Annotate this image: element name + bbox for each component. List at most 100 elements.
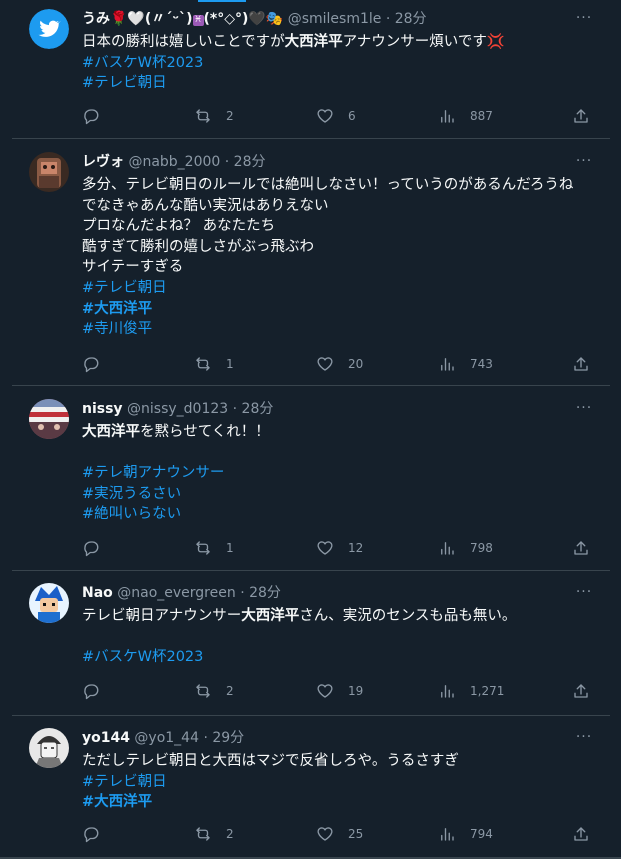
timestamp[interactable]: 28分 bbox=[395, 11, 427, 27]
tweet-text-line: テレビ朝日アナウンサー大西洋平さん、実況のセンスも品も無い。 bbox=[82, 606, 598, 627]
retweet-button[interactable]: 2 bbox=[194, 105, 234, 127]
share-button[interactable] bbox=[572, 353, 590, 375]
text-segment: さん、実況のセンスも品も無い。 bbox=[299, 608, 517, 624]
tweet-text: テレビ朝日アナウンサー大西洋平さん、実況のセンスも品も無い。 #バスケW杯2023 bbox=[82, 606, 598, 668]
avatar[interactable] bbox=[29, 399, 69, 439]
hashtag-link[interactable]: #バスケW杯2023 bbox=[82, 55, 203, 71]
user-handle[interactable]: @nabb_2000 bbox=[128, 154, 220, 170]
share-button[interactable] bbox=[572, 680, 590, 702]
hashtag-link[interactable]: #バスケW杯2023 bbox=[82, 649, 203, 665]
reply-button[interactable] bbox=[82, 105, 114, 127]
tweet[interactable]: レヴォ @nabb_2000 · 28分 ··· 多分、テレビ朝日のルールでは絶… bbox=[12, 138, 610, 385]
tweet-text-line: 酷すぎて勝利の嬉しさがぶっ飛ぶわ bbox=[82, 237, 598, 258]
more-options-icon[interactable]: ··· bbox=[574, 10, 594, 30]
hashtag-link[interactable]: #実況うるさい bbox=[82, 486, 181, 502]
reply-button[interactable] bbox=[82, 353, 114, 375]
tweet[interactable]: Nao @nao_evergreen · 28分 ··· テレビ朝日アナウンサー… bbox=[12, 570, 610, 715]
hashtag-link[interactable]: #テレビ朝日 bbox=[82, 280, 167, 296]
retweet-count: 2 bbox=[226, 109, 234, 123]
hashtag-link[interactable]: #絶叫いらない bbox=[82, 506, 181, 522]
text-segment: でなきゃあんな酷い実況はありえない bbox=[82, 197, 329, 214]
timestamp[interactable]: 28分 bbox=[249, 585, 281, 601]
tweet-text-line bbox=[82, 627, 598, 648]
views-button[interactable]: 887 bbox=[438, 105, 493, 127]
more-options-icon[interactable]: ··· bbox=[574, 729, 594, 749]
user-handle[interactable]: @smilesm1le bbox=[288, 11, 382, 27]
display-name[interactable]: nissy bbox=[82, 401, 123, 417]
retweet-icon bbox=[194, 682, 212, 700]
share-icon bbox=[572, 539, 590, 557]
action-bar: 2 25 794 bbox=[82, 823, 596, 845]
action-bar: 2 6 887 bbox=[82, 105, 596, 127]
timestamp[interactable]: 29分 bbox=[212, 730, 244, 746]
like-count: 6 bbox=[348, 109, 356, 123]
pisces-emoji-icon: ♓ bbox=[192, 15, 204, 26]
like-count: 12 bbox=[348, 541, 364, 555]
text-segment: 日本の勝利は嬉しいことですが bbox=[82, 34, 285, 50]
share-button[interactable] bbox=[572, 823, 590, 845]
views-count: 743 bbox=[470, 357, 493, 371]
avatar[interactable] bbox=[29, 152, 69, 192]
avatar[interactable] bbox=[29, 728, 69, 768]
reply-button[interactable] bbox=[82, 537, 114, 559]
like-button[interactable]: 25 bbox=[316, 823, 363, 845]
reply-button[interactable] bbox=[82, 680, 114, 702]
reply-icon bbox=[82, 825, 100, 843]
retweet-button[interactable]: 2 bbox=[194, 823, 234, 845]
like-button[interactable]: 20 bbox=[316, 353, 363, 375]
text-segment: テレビ朝日アナウンサー bbox=[82, 608, 242, 624]
hashtag-link[interactable]: #寺川俊平 bbox=[82, 321, 152, 337]
like-icon bbox=[316, 682, 334, 700]
user-handle[interactable]: @yo1_44 bbox=[134, 730, 199, 746]
views-button[interactable]: 743 bbox=[438, 353, 493, 375]
tweet[interactable]: nissy @nissy_d0123 · 28分 ··· 大西洋平を黙らせてくれ… bbox=[12, 385, 610, 570]
hashtag-link[interactable]: #テレビ朝日 bbox=[82, 75, 167, 91]
display-name[interactable]: レヴォ bbox=[82, 154, 124, 170]
views-button[interactable]: 1,271 bbox=[438, 680, 504, 702]
like-count: 19 bbox=[348, 684, 364, 698]
user-handle[interactable]: @nao_evergreen bbox=[117, 585, 235, 601]
hashtag-link[interactable]: #大西洋平 bbox=[82, 301, 152, 317]
reply-button[interactable] bbox=[82, 823, 114, 845]
like-button[interactable]: 19 bbox=[316, 680, 363, 702]
retweet-button[interactable]: 1 bbox=[194, 537, 234, 559]
avatar[interactable] bbox=[29, 9, 69, 49]
views-button[interactable]: 794 bbox=[438, 823, 493, 845]
display-name[interactable]: yo144 bbox=[82, 730, 130, 746]
display-name[interactable]: うみ🌹🤍(〃ˊᵕˋ) bbox=[82, 11, 193, 27]
timestamp[interactable]: 28分 bbox=[242, 401, 274, 417]
more-options-icon[interactable]: ··· bbox=[574, 153, 594, 173]
tweet-text-line: #テレビ朝日 bbox=[82, 278, 598, 299]
tweet-text-line: #テレ朝アナウンサー bbox=[82, 463, 598, 484]
like-button[interactable]: 6 bbox=[316, 105, 356, 127]
views-count: 798 bbox=[470, 541, 493, 555]
views-count: 887 bbox=[470, 109, 493, 123]
tweet-text-line: サイテーすぎる bbox=[82, 257, 598, 278]
display-name-tail[interactable]: (*°◇°)🖤🎭 bbox=[204, 11, 284, 27]
avatar[interactable] bbox=[29, 583, 69, 623]
separator-dot: · bbox=[224, 154, 230, 170]
share-button[interactable] bbox=[572, 105, 590, 127]
reply-icon bbox=[82, 355, 100, 373]
more-options-icon[interactable]: ··· bbox=[574, 584, 594, 604]
like-button[interactable]: 12 bbox=[316, 537, 363, 559]
timestamp[interactable]: 28分 bbox=[234, 154, 266, 170]
views-count: 794 bbox=[470, 827, 493, 841]
retweet-count: 2 bbox=[226, 827, 234, 841]
hashtag-link[interactable]: #大西洋平 bbox=[82, 794, 152, 810]
share-button[interactable] bbox=[572, 537, 590, 559]
action-bar: 1 20 743 bbox=[82, 353, 596, 375]
views-button[interactable]: 798 bbox=[438, 537, 493, 559]
tweet-text-line: ただしテレビ朝日と大西はマジで反省しろや。うるさすぎ bbox=[82, 751, 598, 772]
retweet-button[interactable]: 2 bbox=[194, 680, 234, 702]
tweet[interactable]: yo144 @yo1_44 · 29分 ··· ただしテレビ朝日と大西はマジで反… bbox=[12, 715, 610, 859]
like-count: 20 bbox=[348, 357, 364, 371]
tweet[interactable]: うみ🌹🤍(〃ˊᵕˋ)♓(*°◇°)🖤🎭 @smilesm1le · 28分 ··… bbox=[12, 0, 610, 138]
hashtag-link[interactable]: #テレビ朝日 bbox=[82, 774, 167, 790]
hashtag-link[interactable]: #テレ朝アナウンサー bbox=[82, 465, 224, 481]
reply-icon bbox=[82, 107, 100, 125]
more-options-icon[interactable]: ··· bbox=[574, 400, 594, 420]
user-handle[interactable]: @nissy_d0123 bbox=[127, 401, 228, 417]
display-name[interactable]: Nao bbox=[82, 585, 113, 601]
retweet-button[interactable]: 1 bbox=[194, 353, 234, 375]
